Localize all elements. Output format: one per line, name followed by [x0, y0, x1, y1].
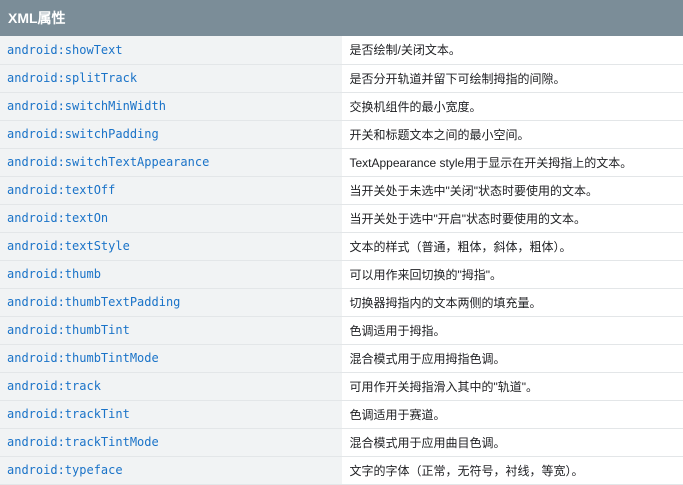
- attribute-cell: android:typeface: [0, 456, 342, 484]
- description-cell: 混合模式用于应用曲目色调。: [342, 428, 683, 456]
- attribute-link[interactable]: android:textStyle: [7, 239, 130, 253]
- attribute-cell: android:textOff: [0, 176, 342, 204]
- xml-attributes-table: XML属性 android:showText 是否绘制/关闭文本。 androi…: [0, 0, 683, 485]
- attribute-cell: android:textOn: [0, 204, 342, 232]
- attribute-link[interactable]: android:track: [7, 379, 101, 393]
- table-row: android:textOff 当开关处于未选中"关闭"状态时要使用的文本。: [0, 176, 683, 204]
- table-row: android:switchMinWidth 交换机组件的最小宽度。: [0, 92, 683, 120]
- attribute-cell: android:thumb: [0, 260, 342, 288]
- attribute-link[interactable]: android:showText: [7, 43, 123, 57]
- table-row: android:textStyle 文本的样式（普通，粗体，斜体，粗体）。: [0, 232, 683, 260]
- table-header-row: XML属性: [0, 0, 683, 36]
- table-row: android:trackTint 色调适用于赛道。: [0, 400, 683, 428]
- attribute-link[interactable]: android:trackTint: [7, 407, 130, 421]
- attribute-cell: android:trackTintMode: [0, 428, 342, 456]
- table-row: android:thumbTint 色调适用于拇指。: [0, 316, 683, 344]
- attribute-link[interactable]: android:thumbTint: [7, 323, 130, 337]
- table-header: XML属性: [0, 0, 683, 36]
- attribute-link[interactable]: android:switchMinWidth: [7, 99, 166, 113]
- table-row: android:thumb 可以用作来回切换的"拇指"。: [0, 260, 683, 288]
- attribute-cell: android:textStyle: [0, 232, 342, 260]
- attribute-cell: android:thumbTintMode: [0, 344, 342, 372]
- table-row: android:switchTextAppearance TextAppeara…: [0, 148, 683, 176]
- description-cell: 当开关处于未选中"关闭"状态时要使用的文本。: [342, 176, 683, 204]
- attribute-cell: android:thumbTint: [0, 316, 342, 344]
- attribute-link[interactable]: android:switchPadding: [7, 127, 159, 141]
- attribute-cell: android:switchTextAppearance: [0, 148, 342, 176]
- description-cell: 文字的字体（正常，无符号，衬线，等宽）。: [342, 456, 683, 484]
- attribute-link[interactable]: android:trackTintMode: [7, 435, 159, 449]
- table-row: android:switchPadding 开关和标题文本之间的最小空间。: [0, 120, 683, 148]
- description-cell: 切换器拇指内的文本两侧的填充量。: [342, 288, 683, 316]
- description-cell: TextAppearance style用于显示在开关拇指上的文本。: [342, 148, 683, 176]
- description-cell: 是否分开轨道并留下可绘制拇指的间隙。: [342, 64, 683, 92]
- table-row: android:thumbTintMode 混合模式用于应用拇指色调。: [0, 344, 683, 372]
- table-row: android:showText 是否绘制/关闭文本。: [0, 36, 683, 64]
- attribute-link[interactable]: android:splitTrack: [7, 71, 137, 85]
- attribute-cell: android:splitTrack: [0, 64, 342, 92]
- attribute-cell: android:thumbTextPadding: [0, 288, 342, 316]
- attribute-link[interactable]: android:switchTextAppearance: [7, 155, 209, 169]
- description-cell: 色调适用于拇指。: [342, 316, 683, 344]
- attribute-link[interactable]: android:typeface: [7, 463, 123, 477]
- attribute-link[interactable]: android:thumbTextPadding: [7, 295, 180, 309]
- attribute-cell: android:switchPadding: [0, 120, 342, 148]
- table-row: android:typeface 文字的字体（正常，无符号，衬线，等宽）。: [0, 456, 683, 484]
- description-cell: 当开关处于选中"开启"状态时要使用的文本。: [342, 204, 683, 232]
- table-row: android:textOn 当开关处于选中"开启"状态时要使用的文本。: [0, 204, 683, 232]
- table-row: android:splitTrack 是否分开轨道并留下可绘制拇指的间隙。: [0, 64, 683, 92]
- description-cell: 文本的样式（普通，粗体，斜体，粗体）。: [342, 232, 683, 260]
- description-cell: 是否绘制/关闭文本。: [342, 36, 683, 64]
- description-cell: 混合模式用于应用拇指色调。: [342, 344, 683, 372]
- description-cell: 可用作开关拇指滑入其中的"轨道"。: [342, 372, 683, 400]
- description-cell: 开关和标题文本之间的最小空间。: [342, 120, 683, 148]
- attribute-link[interactable]: android:textOff: [7, 183, 115, 197]
- description-cell: 可以用作来回切换的"拇指"。: [342, 260, 683, 288]
- description-cell: 色调适用于赛道。: [342, 400, 683, 428]
- attribute-cell: android:trackTint: [0, 400, 342, 428]
- table-row: android:track 可用作开关拇指滑入其中的"轨道"。: [0, 372, 683, 400]
- attribute-cell: android:track: [0, 372, 342, 400]
- attribute-link[interactable]: android:textOn: [7, 211, 108, 225]
- attribute-link[interactable]: android:thumbTintMode: [7, 351, 159, 365]
- attribute-link[interactable]: android:thumb: [7, 267, 101, 281]
- description-cell: 交换机组件的最小宽度。: [342, 92, 683, 120]
- table-row: android:thumbTextPadding 切换器拇指内的文本两侧的填充量…: [0, 288, 683, 316]
- attribute-cell: android:showText: [0, 36, 342, 64]
- table-row: android:trackTintMode 混合模式用于应用曲目色调。: [0, 428, 683, 456]
- attribute-cell: android:switchMinWidth: [0, 92, 342, 120]
